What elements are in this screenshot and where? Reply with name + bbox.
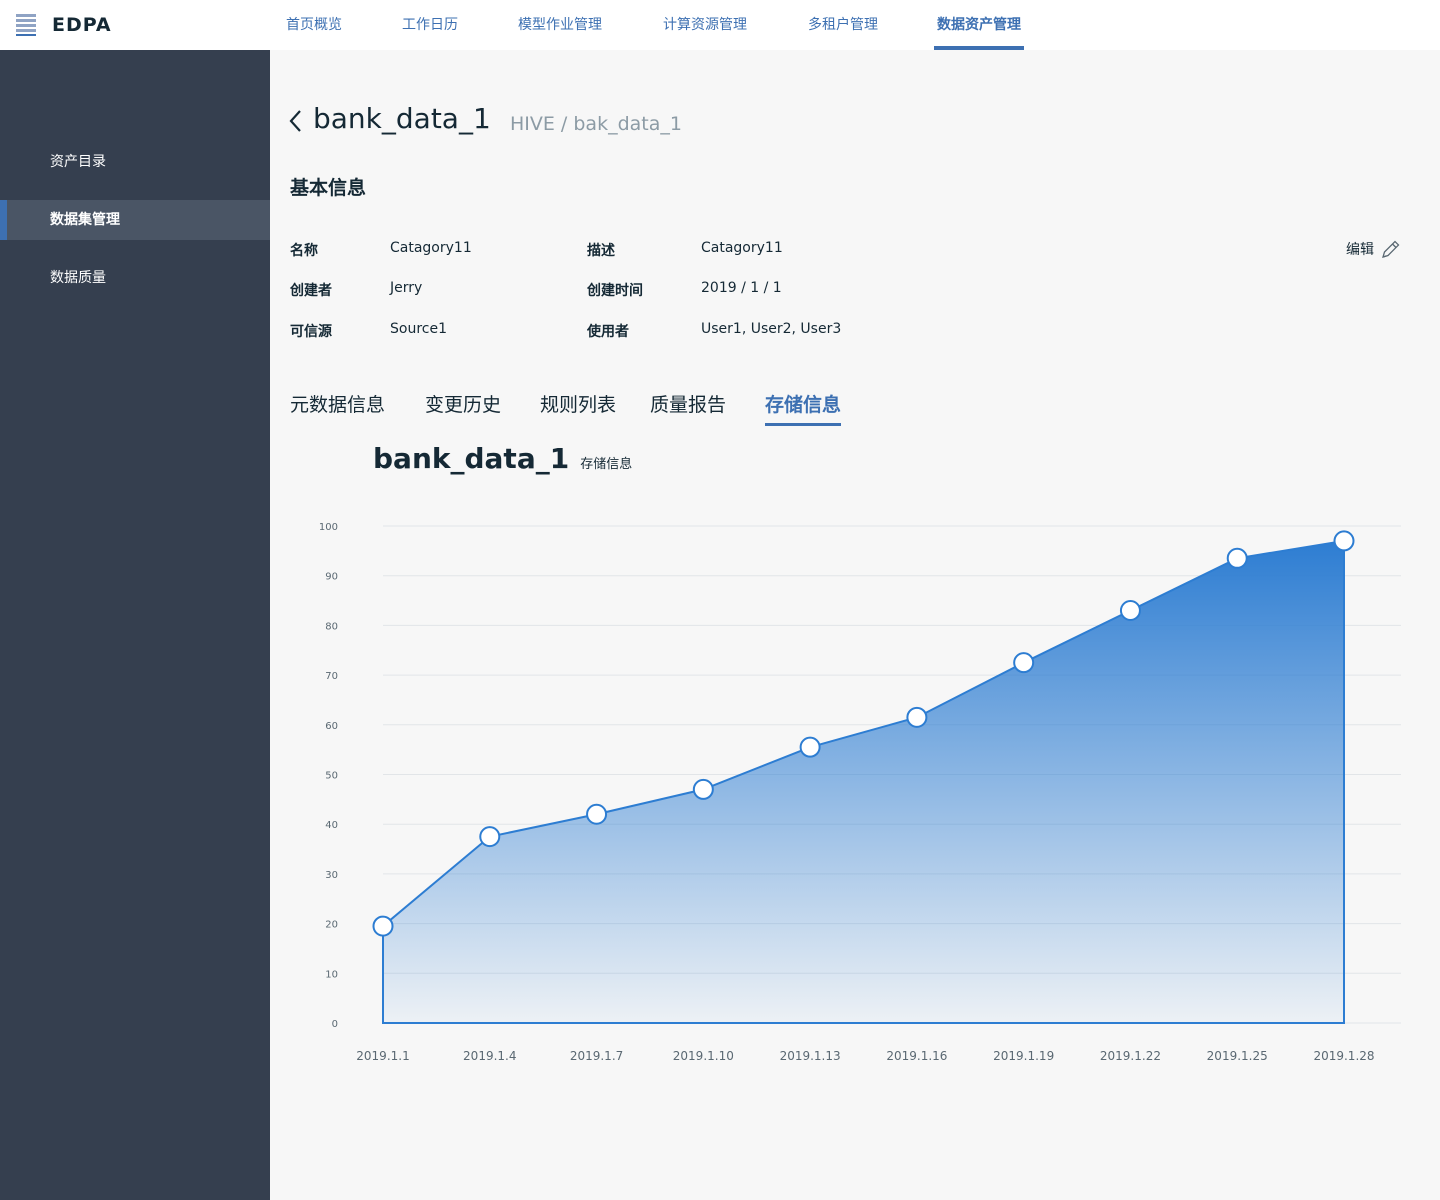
app-name: EDPA xyxy=(52,14,112,36)
nav-home-overview[interactable]: 首页概览 xyxy=(286,0,342,50)
nav-data-asset-management[interactable]: 数据资产管理 xyxy=(934,0,1024,50)
chart-title: bank_data_1 xyxy=(373,442,570,475)
tab-rule-list[interactable]: 规则列表 xyxy=(540,390,616,423)
info-users-value: User1, User2, User3 xyxy=(701,321,842,337)
info-creator-label: 创建者 xyxy=(290,283,332,299)
info-desc-label: 描述 xyxy=(587,243,615,259)
top-bar: EDPA 首页概览 工作日历 模型作业管理 计算资源管理 多租户管理 数据资产管… xyxy=(0,0,1440,50)
pencil-icon xyxy=(1382,240,1400,258)
sidebar-item-asset-catalog[interactable]: 资产目录 xyxy=(0,142,270,182)
chart-subtitle: 存储信息 xyxy=(580,457,633,472)
page-title: bank_data_1 xyxy=(313,102,491,135)
nav-compute-resource-management[interactable]: 计算资源管理 xyxy=(663,0,747,50)
info-name-value: Catagory11 xyxy=(390,240,472,256)
tab-metadata[interactable]: 元数据信息 xyxy=(290,390,385,423)
info-users-label: 使用者 xyxy=(587,324,629,340)
sidebar: 资产目录 数据集管理 数据质量 xyxy=(0,50,270,1200)
info-source-label: 可信源 xyxy=(290,324,332,340)
section-title: 基本信息 xyxy=(290,177,367,199)
info-creator-value: Jerry xyxy=(390,280,423,296)
info-name-label: 名称 xyxy=(290,243,318,259)
tab-change-history[interactable]: 变更历史 xyxy=(425,390,501,423)
logo-icon xyxy=(16,14,36,36)
nav-work-calendar[interactable]: 工作日历 xyxy=(402,0,458,50)
tab-storage-info[interactable]: 存储信息 xyxy=(765,390,842,426)
nav-multi-tenant-management[interactable]: 多租户管理 xyxy=(808,0,878,50)
info-created-value: 2019 / 1 / 1 xyxy=(701,280,782,296)
app-logo[interactable]: EDPA xyxy=(16,14,112,36)
chevron-left-icon[interactable] xyxy=(288,108,306,134)
sidebar-item-dataset-management[interactable]: 数据集管理 xyxy=(0,200,270,240)
edit-label: 编辑 xyxy=(1346,242,1374,258)
info-created-label: 创建时间 xyxy=(587,283,643,299)
info-desc-value: Catagory11 xyxy=(701,240,783,256)
nav-model-job-management[interactable]: 模型作业管理 xyxy=(518,0,602,50)
tab-quality-report[interactable]: 质量报告 xyxy=(650,390,726,423)
edit-button[interactable]: 编辑 xyxy=(1346,238,1402,260)
chart-heading: bank_data_1 存储信息 xyxy=(373,442,632,475)
sidebar-item-data-quality[interactable]: 数据质量 xyxy=(0,258,270,298)
main-content: bank_data_1 HIVE / bak_data_1 基本信息 名称 Ca… xyxy=(270,50,1440,1200)
breadcrumb: HIVE / bak_data_1 xyxy=(510,113,682,135)
info-source-value: Source1 xyxy=(390,321,447,337)
